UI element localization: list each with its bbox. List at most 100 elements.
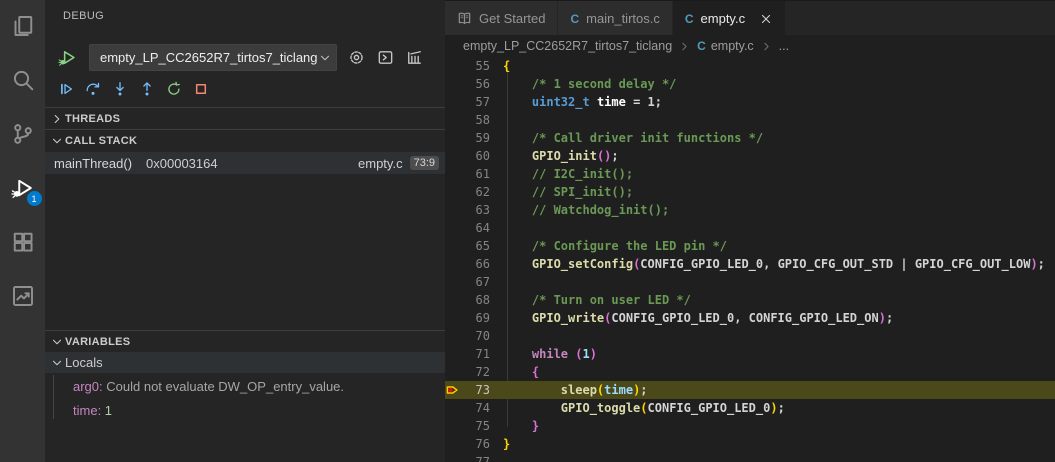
line-number[interactable]: 69	[445, 309, 490, 327]
frame-file: empty.c	[358, 156, 403, 171]
breakpoint-arrow-icon	[446, 383, 460, 397]
line-number[interactable]: 76	[445, 435, 490, 453]
line-number[interactable]: 70	[445, 327, 490, 345]
code-line-60[interactable]: 60 GPIO_init();	[445, 147, 1055, 165]
stop-icon	[193, 81, 209, 97]
step-into-button[interactable]	[112, 81, 128, 97]
line-number[interactable]: 56	[445, 75, 490, 93]
debug-console-button[interactable]	[376, 48, 394, 66]
line-number[interactable]: 57	[445, 93, 490, 111]
code-area[interactable]: 55{56 /* 1 second delay */57 uint32_t ti…	[445, 57, 1055, 462]
line-content: }	[503, 435, 510, 453]
code-line-63[interactable]: 63 // Watchdog_init();	[445, 201, 1055, 219]
tab-empty-c[interactable]: Cempty.c	[673, 1, 786, 36]
code-line-62[interactable]: 62 // SPI_init();	[445, 183, 1055, 201]
line-number[interactable]: 71	[445, 345, 490, 363]
code-line-67[interactable]: 67	[445, 273, 1055, 291]
line-content: sleep(time);	[503, 381, 648, 399]
variables-scope-locals[interactable]: Locals	[45, 352, 445, 373]
code-line-74[interactable]: 74 GPIO_toggle(CONFIG_GPIO_LED_0);	[445, 399, 1055, 417]
code-line-71[interactable]: 71 while (1)	[445, 345, 1055, 363]
line-number[interactable]: 55	[445, 57, 490, 75]
tab-main-tirtos-c[interactable]: Cmain_tirtos.c	[558, 1, 672, 36]
frame-position-badge: 73:9	[410, 156, 439, 170]
line-number[interactable]: 58	[445, 111, 490, 129]
code-line-55[interactable]: 55{	[445, 57, 1055, 75]
activity-bar: 1	[0, 0, 45, 462]
line-number[interactable]: 65	[445, 237, 490, 255]
line-content: /* Configure the LED pin */	[503, 237, 727, 255]
line-number[interactable]: 62	[445, 183, 490, 201]
code-line-73[interactable]: 73 sleep(time);	[445, 381, 1055, 399]
code-line-66[interactable]: 66 GPIO_setConfig(CONFIG_GPIO_LED_0, GPI…	[445, 255, 1055, 273]
activity-item-extensions[interactable]	[9, 228, 37, 256]
code-line-68[interactable]: 68 /* Turn on user LED */	[445, 291, 1055, 309]
settings-button[interactable]	[347, 48, 365, 66]
sidebar-header-actions	[347, 48, 423, 66]
section-header-call-stack[interactable]: CALL STACK	[45, 129, 445, 151]
line-number[interactable]: 63	[445, 201, 490, 219]
breadcrumb-item[interactable]: Cempty.c	[697, 39, 754, 53]
line-number[interactable]: 73	[445, 381, 490, 399]
code-line-72[interactable]: 72 {	[445, 363, 1055, 381]
line-content: // SPI_init();	[503, 183, 633, 201]
section-header-variables[interactable]: VARIABLES	[45, 330, 445, 352]
code-line-58[interactable]: 58	[445, 111, 1055, 129]
section-header-threads[interactable]: THREADS	[45, 107, 445, 129]
tab-label: main_tirtos.c	[586, 11, 660, 26]
code-line-69[interactable]: 69 GPIO_write(CONFIG_GPIO_LED_0, CONFIG_…	[445, 309, 1055, 327]
views-button[interactable]	[405, 48, 423, 66]
close-icon[interactable]	[758, 11, 773, 26]
line-content: {	[503, 363, 539, 381]
variable-row-arg0[interactable]: arg0Could not evaluate DW_OP_entry_value…	[45, 374, 445, 398]
launch-config-dropdown[interactable]: empty_LP_CC2652R7_tirtos7_ticlang	[89, 44, 337, 71]
code-line-64[interactable]: 64	[445, 219, 1055, 237]
line-number[interactable]: 74	[445, 399, 490, 417]
chevron-down-icon	[318, 51, 332, 65]
line-content: GPIO_init();	[503, 147, 619, 165]
code-line-56[interactable]: 56 /* 1 second delay */	[445, 75, 1055, 93]
activity-item-performance[interactable]	[9, 282, 37, 310]
activity-item-search[interactable]	[9, 66, 37, 94]
code-line-77[interactable]: 77	[445, 453, 1055, 462]
activity-item-run-and-debug[interactable]: 1	[9, 174, 37, 202]
continue-button[interactable]	[58, 81, 74, 97]
breadcrumb-item[interactable]: ...	[779, 39, 789, 53]
line-number[interactable]: 61	[445, 165, 490, 183]
line-number[interactable]: 67	[445, 273, 490, 291]
restart-button[interactable]	[166, 81, 182, 97]
stop-button[interactable]	[193, 81, 209, 97]
variable-row-time[interactable]: time1	[45, 398, 445, 422]
frame-address: 0x00003164	[146, 156, 218, 171]
line-number[interactable]: 75	[445, 417, 490, 435]
line-number[interactable]: 60	[445, 147, 490, 165]
breadcrumb-item[interactable]: empty_LP_CC2652R7_tirtos7_ticlang	[463, 39, 672, 53]
code-line-65[interactable]: 65 /* Configure the LED pin */	[445, 237, 1055, 255]
activity-item-explorer[interactable]	[9, 12, 37, 40]
step-over-button[interactable]	[85, 81, 101, 97]
tab-get-started[interactable]: Get Started	[445, 1, 558, 36]
chevron-down-icon	[49, 133, 65, 149]
call-stack-frame[interactable]: mainThread() 0x00003164 empty.c 73:9	[45, 152, 445, 174]
line-content: }	[503, 417, 539, 435]
code-line-57[interactable]: 57 uint32_t time = 1;	[445, 93, 1055, 111]
line-number[interactable]: 77	[445, 453, 490, 462]
editor-tab-bar: Get StartedCmain_tirtos.cCempty.c	[445, 0, 1055, 35]
code-line-75[interactable]: 75 }	[445, 417, 1055, 435]
code-line-76[interactable]: 76}	[445, 435, 1055, 453]
line-number[interactable]: 64	[445, 219, 490, 237]
continue-icon	[58, 81, 74, 97]
code-line-59[interactable]: 59 /* Call driver init functions */	[445, 129, 1055, 147]
line-number[interactable]: 72	[445, 363, 490, 381]
step-out-button[interactable]	[139, 81, 155, 97]
line-number[interactable]: 66	[445, 255, 490, 273]
activity-item-source-control[interactable]	[9, 120, 37, 148]
code-line-61[interactable]: 61 // I2C_init();	[445, 165, 1055, 183]
line-number[interactable]: 59	[445, 129, 490, 147]
line-content: /* Turn on user LED */	[503, 291, 691, 309]
code-line-70[interactable]: 70	[445, 327, 1055, 345]
step-out-icon	[139, 81, 155, 97]
variable-name: time	[73, 403, 105, 418]
line-number[interactable]: 68	[445, 291, 490, 309]
variable-name: arg0	[73, 379, 106, 394]
